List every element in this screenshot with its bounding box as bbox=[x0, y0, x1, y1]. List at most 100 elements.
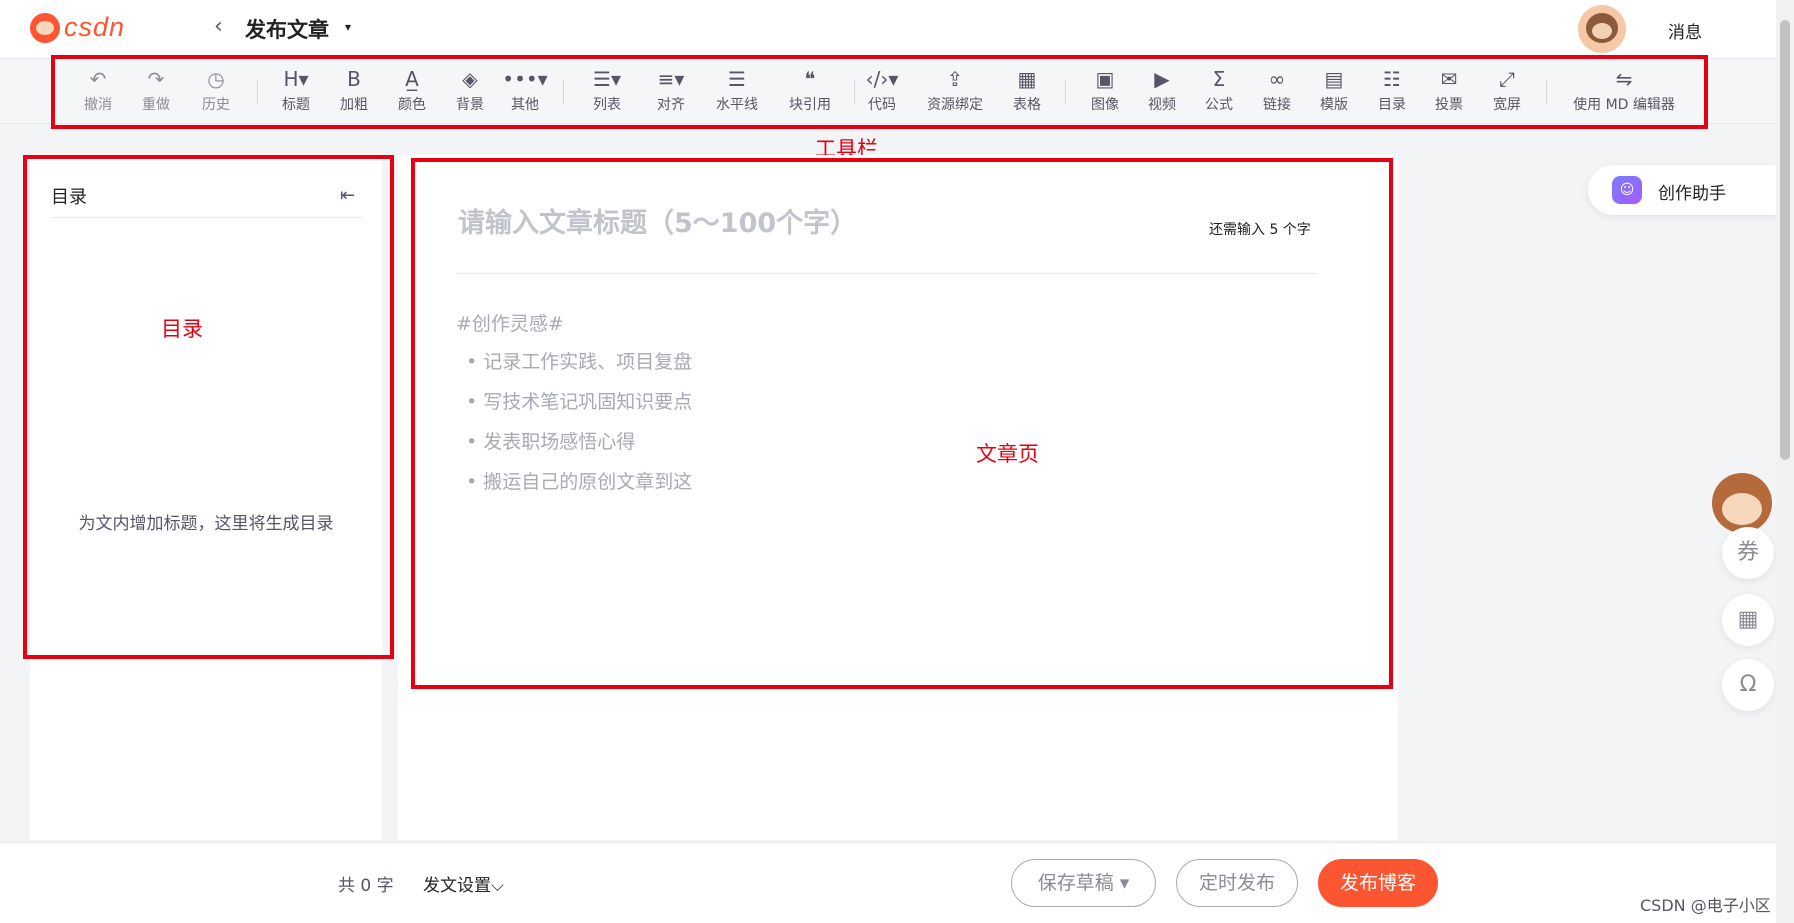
qr-code-icon[interactable]: ▦ bbox=[1722, 594, 1774, 646]
toolbar-button[interactable]: Σ 公式 bbox=[1205, 64, 1233, 114]
toolbar-button[interactable]: ▤ 模版 bbox=[1320, 64, 1348, 114]
list-item: • 发表职场感悟心得 bbox=[466, 431, 636, 453]
toc-panel bbox=[30, 155, 382, 840]
toolbar-button-label: 背景 bbox=[456, 97, 484, 113]
word-count: 共 0 字 bbox=[338, 876, 394, 896]
toolbar-button[interactable]: ⤢ 宽屏 bbox=[1493, 64, 1521, 114]
redo-icon: ↷ bbox=[147, 67, 165, 91]
template-icon: ▤ bbox=[1324, 67, 1344, 91]
toolbar-button[interactable]: ▦ 表格 bbox=[1013, 64, 1041, 114]
publish-settings-label: 发文设置 bbox=[423, 876, 491, 896]
scheduled-publish-button[interactable]: 定时发布 bbox=[1176, 859, 1298, 907]
blockquote-icon: ❝ bbox=[804, 67, 816, 91]
toolbar-button[interactable]: B 加粗 bbox=[340, 64, 368, 114]
publish-settings-dropdown[interactable]: 发文设置⌵ bbox=[423, 871, 504, 896]
toolbar-button[interactable]: ▣ 图像 bbox=[1091, 64, 1119, 114]
page-title[interactable]: 发布文章 bbox=[245, 14, 329, 44]
toolbar-button[interactable]: ∞ 链接 bbox=[1263, 64, 1291, 114]
toolbar-button-label: 宽屏 bbox=[1493, 97, 1521, 113]
toolbar-button[interactable]: ☰▾ 列表 bbox=[593, 64, 621, 114]
toolbar-button[interactable]: ≡▾ 对齐 bbox=[657, 64, 685, 114]
publish-blog-button[interactable]: 发布博客 bbox=[1318, 859, 1438, 907]
toolbar-button[interactable]: ⇪ 资源绑定 bbox=[927, 64, 983, 114]
toolbar-button-label: 列表 bbox=[593, 97, 621, 113]
scrollbar-thumb[interactable] bbox=[1780, 20, 1790, 460]
toolbar-button[interactable]: ‹/›▾ 代码 bbox=[866, 64, 899, 114]
toolbar-button-label: 表格 bbox=[1013, 97, 1041, 113]
toolbar-button-label: 视频 bbox=[1148, 97, 1176, 113]
chevron-left-icon[interactable]: ‹ bbox=[214, 14, 223, 39]
toolbar-button[interactable]: ◈ 背景 bbox=[456, 64, 484, 114]
list-item: • 写技术笔记巩固知识要点 bbox=[466, 391, 693, 413]
toolbar-button[interactable]: ✉ 投票 bbox=[1435, 64, 1463, 114]
headset-icon[interactable]: Ω bbox=[1722, 659, 1774, 711]
toolbar-divider bbox=[563, 80, 564, 104]
toolbar-button[interactable]: ☷ 目录 bbox=[1378, 64, 1406, 114]
article-title-input[interactable] bbox=[456, 200, 1180, 246]
resource-bind-icon: ⇪ bbox=[946, 67, 964, 91]
heading-icon: H▾ bbox=[283, 67, 309, 91]
image-icon: ▣ bbox=[1095, 67, 1115, 91]
table-icon: ▦ bbox=[1017, 67, 1037, 91]
mascot-icon[interactable] bbox=[1712, 473, 1772, 533]
toolbar-button-label: 对齐 bbox=[657, 97, 685, 113]
toolbar-divider bbox=[1546, 80, 1547, 104]
toolbar-divider bbox=[257, 80, 258, 104]
toolbar-button-label: 标题 bbox=[282, 97, 310, 113]
chevron-down-icon[interactable]: ▾ bbox=[345, 20, 351, 34]
watermark: CSDN @电子小区 bbox=[1640, 896, 1771, 915]
writing-assistant-button[interactable]: ☺ 创作助手 bbox=[1588, 165, 1776, 215]
toolbar-button-label: 历史 bbox=[202, 97, 230, 113]
bold-icon: B bbox=[347, 67, 361, 91]
list-item: • 搬运自己的原创文章到这 bbox=[466, 471, 693, 493]
content-placeholder-heading[interactable]: #创作灵感# bbox=[456, 309, 564, 336]
toolbar-button[interactable]: ◷ 历史 bbox=[202, 64, 230, 114]
robot-icon: ☺ bbox=[1612, 176, 1642, 204]
video-icon: ▶ bbox=[1154, 67, 1170, 91]
toc-icon: ☷ bbox=[1383, 67, 1401, 91]
messages-link[interactable]: 消息 bbox=[1668, 18, 1702, 43]
toolbar-button[interactable]: ▶ 视频 bbox=[1148, 64, 1176, 114]
logo-text: csdn bbox=[64, 12, 126, 42]
toolbar-divider bbox=[854, 80, 855, 104]
switch-editor-icon: ⇋ bbox=[1615, 67, 1633, 91]
toolbar-button[interactable]: ↶ 撤消 bbox=[84, 64, 112, 114]
toolbar-button-label: 加粗 bbox=[340, 97, 368, 113]
avatar[interactable] bbox=[1578, 5, 1626, 53]
horizontal-rule-icon: ☰ bbox=[728, 67, 746, 91]
list-item: • 记录工作实践、项目复盘 bbox=[466, 351, 693, 373]
toolbar-button[interactable]: •••▾ 其他 bbox=[502, 64, 547, 114]
formula-icon: Σ bbox=[1212, 67, 1226, 91]
toolbar-button-label: 重做 bbox=[142, 97, 170, 113]
toolbar-button-label: 颜色 bbox=[398, 97, 426, 113]
toolbar-button-label: 图像 bbox=[1091, 97, 1119, 113]
undo-icon: ↶ bbox=[89, 67, 107, 91]
toolbar-button[interactable]: ↷ 重做 bbox=[142, 64, 170, 114]
toc-annotation-label: 目录 bbox=[161, 317, 203, 341]
toolbar-divider bbox=[1065, 80, 1066, 104]
toolbar-button-label: 投票 bbox=[1435, 97, 1463, 113]
toolbar-button-label: 目录 bbox=[1378, 97, 1406, 113]
history-icon: ◷ bbox=[207, 67, 225, 91]
toolbar-button[interactable]: ⇋ 使用 MD 编辑器 bbox=[1573, 64, 1675, 114]
toolbar-button[interactable]: A̲ 颜色 bbox=[398, 64, 426, 114]
toolbar-button[interactable]: H▾ 标题 bbox=[282, 64, 310, 114]
more-icon: •••▾ bbox=[502, 67, 548, 91]
toc-title: 目录 bbox=[51, 187, 87, 208]
csdn-logo[interactable]: csdn bbox=[30, 12, 125, 43]
toolbar-button-label: 水平线 bbox=[716, 97, 758, 113]
code-icon: ‹/›▾ bbox=[865, 67, 899, 91]
toolbar-button[interactable]: ❝ 块引用 bbox=[789, 64, 831, 114]
save-draft-button[interactable]: 保存草稿 ▾ bbox=[1011, 859, 1156, 907]
list-icon: ☰▾ bbox=[593, 67, 621, 91]
toc-divider bbox=[51, 217, 362, 218]
toolbar-button-label: 资源绑定 bbox=[927, 97, 983, 113]
coupon-icon[interactable]: 券 bbox=[1722, 527, 1774, 579]
content-placeholder-list[interactable]: • 记录工作实践、项目复盘 • 写技术笔记巩固知识要点 • 发表职场感悟心得 • 搬运自… bbox=[466, 347, 692, 507]
toc-empty-text: 为文内增加标题，这里将生成目录 bbox=[78, 514, 334, 534]
collapse-icon[interactable]: ⇤ bbox=[340, 185, 355, 206]
toolbar-button-label: 块引用 bbox=[789, 97, 831, 113]
toolbar-button-label: 撤消 bbox=[84, 97, 112, 113]
toolbar-button-label: 模版 bbox=[1320, 97, 1348, 113]
toolbar-button[interactable]: ☰ 水平线 bbox=[716, 64, 758, 114]
